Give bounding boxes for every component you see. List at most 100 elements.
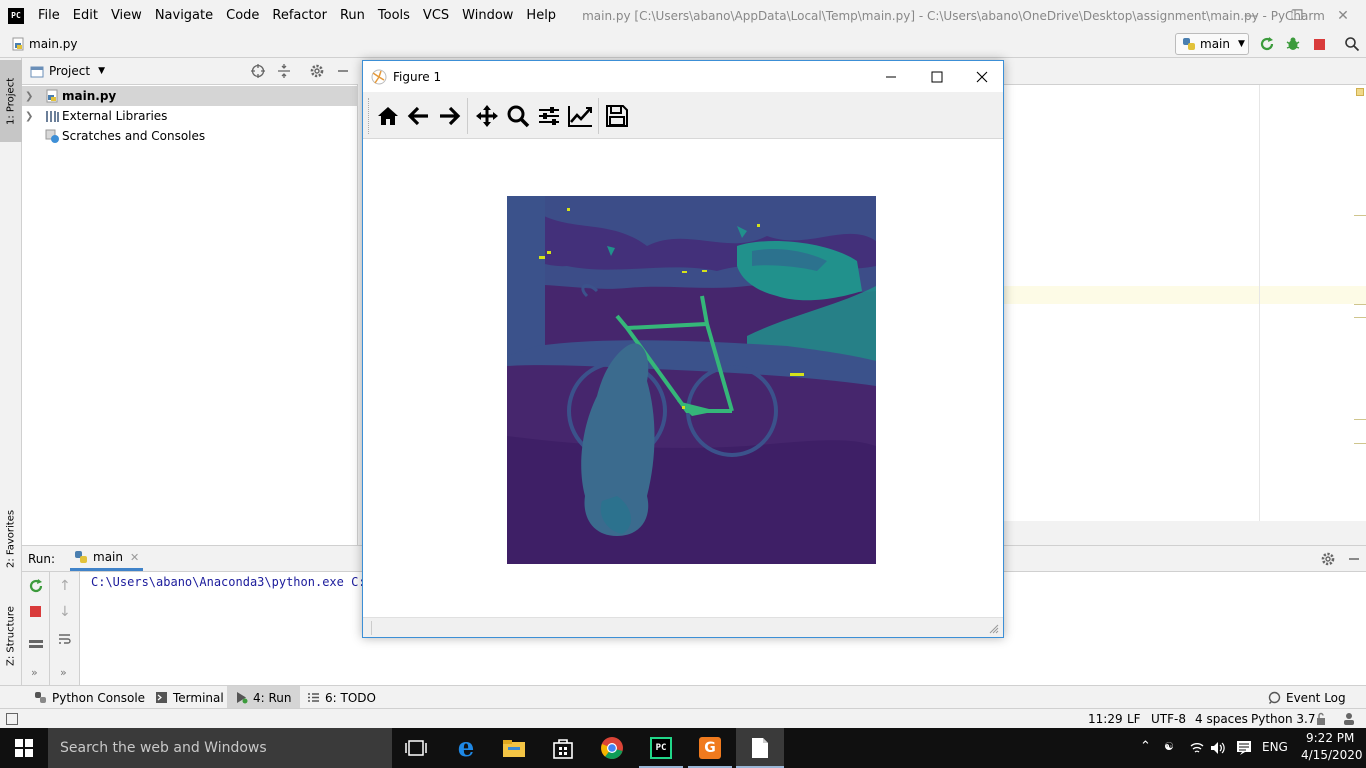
folder-icon bbox=[503, 740, 525, 757]
figure-status-bar bbox=[363, 617, 1003, 637]
menu-view[interactable]: View bbox=[111, 8, 142, 23]
resize-grip-icon[interactable] bbox=[989, 624, 999, 634]
configure-subplots-button[interactable] bbox=[535, 102, 563, 130]
network-status-icon[interactable]: ☯ bbox=[1164, 740, 1174, 753]
settings-button[interactable] bbox=[309, 63, 325, 79]
figure-window-button[interactable] bbox=[736, 728, 784, 768]
up-arrow-icon[interactable]: ↑ bbox=[59, 578, 71, 594]
breadcrumb[interactable]: main.py bbox=[12, 37, 78, 51]
layout-button[interactable] bbox=[28, 638, 44, 648]
start-button[interactable] bbox=[0, 728, 48, 768]
menu-window[interactable]: Window bbox=[462, 8, 513, 23]
soft-wrap-button[interactable] bbox=[58, 632, 72, 646]
minimize-button[interactable]: — bbox=[1228, 0, 1274, 31]
caret-position[interactable]: 11:29 bbox=[1088, 712, 1123, 726]
edge-button[interactable]: e bbox=[450, 732, 482, 764]
clock-date[interactable]: 4/15/2020 bbox=[1301, 748, 1363, 762]
hide-run-panel-button[interactable] bbox=[1346, 551, 1362, 567]
close-button[interactable]: ✕ bbox=[1320, 0, 1366, 31]
figure-image[interactable] bbox=[507, 196, 876, 564]
file-explorer-button[interactable] bbox=[498, 732, 530, 764]
pdf-app-button[interactable]: G bbox=[694, 732, 726, 764]
line-separator[interactable]: LF bbox=[1127, 712, 1141, 726]
task-view-button[interactable] bbox=[400, 732, 432, 764]
menu-code[interactable]: Code bbox=[226, 8, 259, 23]
menu-file[interactable]: File bbox=[38, 8, 60, 23]
rerun-button[interactable] bbox=[28, 578, 44, 594]
store-button[interactable] bbox=[547, 732, 579, 764]
taskbar-search-box[interactable]: Search the web and Windows bbox=[48, 728, 392, 768]
locate-button[interactable] bbox=[250, 63, 266, 79]
volume-icon[interactable] bbox=[1210, 741, 1226, 755]
tab-terminal[interactable]: Terminal bbox=[147, 686, 232, 709]
minus-icon bbox=[1349, 558, 1359, 560]
stop-icon bbox=[1313, 38, 1325, 50]
figure-close-button[interactable] bbox=[960, 61, 1003, 92]
lock-icon[interactable] bbox=[1316, 712, 1329, 726]
indent-setting[interactable]: 4 spaces bbox=[1195, 712, 1248, 726]
run-settings-button[interactable] bbox=[1320, 551, 1336, 567]
menu-tools[interactable]: Tools bbox=[378, 8, 410, 23]
language-indicator[interactable]: ENG bbox=[1262, 740, 1288, 754]
menu-help[interactable]: Help bbox=[526, 8, 556, 23]
terminal-icon bbox=[156, 692, 167, 703]
toolbar-separator bbox=[467, 98, 468, 134]
tab-python-console[interactable]: Python Console bbox=[26, 686, 153, 709]
close-tab-icon[interactable]: ✕ bbox=[130, 551, 139, 564]
inspection-indicator-icon[interactable] bbox=[1356, 88, 1364, 96]
menu-vcs[interactable]: VCS bbox=[423, 8, 449, 23]
layout-icon bbox=[29, 640, 43, 648]
run-configuration-select[interactable]: main ▼ bbox=[1175, 33, 1249, 55]
figure-maximize-button[interactable] bbox=[914, 61, 960, 92]
show-hidden-icons[interactable]: ⌃ bbox=[1140, 739, 1151, 754]
run-tab-main[interactable]: main ✕ bbox=[70, 546, 144, 571]
project-tool-tab[interactable]: 1: Project bbox=[0, 60, 22, 142]
edit-axes-button[interactable] bbox=[566, 102, 594, 130]
rerun-button[interactable] bbox=[1258, 35, 1276, 53]
structure-tool-tab[interactable]: Z: Structure bbox=[0, 594, 22, 678]
tree-item-external-libraries[interactable]: ❯ External Libraries bbox=[22, 106, 358, 126]
favorites-tool-tab[interactable]: 2: Favorites bbox=[0, 496, 22, 582]
file-encoding[interactable]: UTF-8 bbox=[1151, 712, 1186, 726]
inspector-icon[interactable] bbox=[1342, 712, 1356, 726]
restore-button[interactable]: ❐ bbox=[1274, 0, 1320, 31]
menu-run[interactable]: Run bbox=[340, 8, 365, 23]
menu-refactor[interactable]: Refactor bbox=[272, 8, 327, 23]
forward-button[interactable] bbox=[435, 102, 463, 130]
pan-button[interactable] bbox=[473, 102, 501, 130]
python-interpreter[interactable]: Python 3.7 bbox=[1251, 712, 1316, 726]
chrome-icon bbox=[601, 737, 623, 759]
more-icon[interactable]: » bbox=[60, 666, 67, 679]
menu-edit[interactable]: Edit bbox=[73, 8, 98, 23]
tree-item-scratches[interactable]: Scratches and Consoles bbox=[22, 126, 358, 146]
tab-todo[interactable]: 6: TODO bbox=[299, 686, 384, 709]
more-icon[interactable]: » bbox=[31, 666, 38, 679]
tree-item-main-py[interactable]: ❯ main.py bbox=[22, 86, 358, 106]
error-stripe-mark bbox=[1354, 304, 1366, 305]
event-log-button[interactable]: Event Log bbox=[1260, 686, 1354, 709]
project-view-select[interactable]: Project ▼ bbox=[30, 64, 105, 78]
wifi-icon[interactable] bbox=[1189, 741, 1205, 755]
save-figure-button[interactable] bbox=[603, 102, 631, 130]
clock-time[interactable]: 9:22 PM bbox=[1306, 731, 1354, 745]
tab-run[interactable]: 4: Run bbox=[227, 686, 300, 709]
pycharm-taskbar-button[interactable]: PC bbox=[645, 732, 677, 764]
chrome-button[interactable] bbox=[596, 732, 628, 764]
zoom-button[interactable] bbox=[504, 102, 532, 130]
stop-icon[interactable] bbox=[30, 606, 41, 617]
hide-panel-button[interactable] bbox=[335, 63, 351, 79]
action-center-icon[interactable] bbox=[1236, 740, 1252, 756]
collapse-all-button[interactable] bbox=[276, 63, 292, 79]
breadcrumb-file[interactable]: main.py bbox=[29, 37, 78, 51]
debug-button[interactable] bbox=[1284, 35, 1302, 53]
tool-window-toggle-icon[interactable] bbox=[6, 713, 18, 725]
back-button[interactable] bbox=[405, 102, 433, 130]
search-everywhere-button[interactable] bbox=[1343, 35, 1361, 53]
figure-canvas[interactable] bbox=[363, 139, 1003, 617]
edge-icon: e bbox=[457, 733, 475, 763]
stop-button[interactable] bbox=[1310, 35, 1328, 53]
home-button[interactable] bbox=[374, 102, 402, 130]
figure-minimize-button[interactable] bbox=[868, 61, 914, 92]
menu-navigate[interactable]: Navigate bbox=[155, 8, 213, 23]
down-arrow-icon[interactable]: ↓ bbox=[59, 604, 71, 620]
